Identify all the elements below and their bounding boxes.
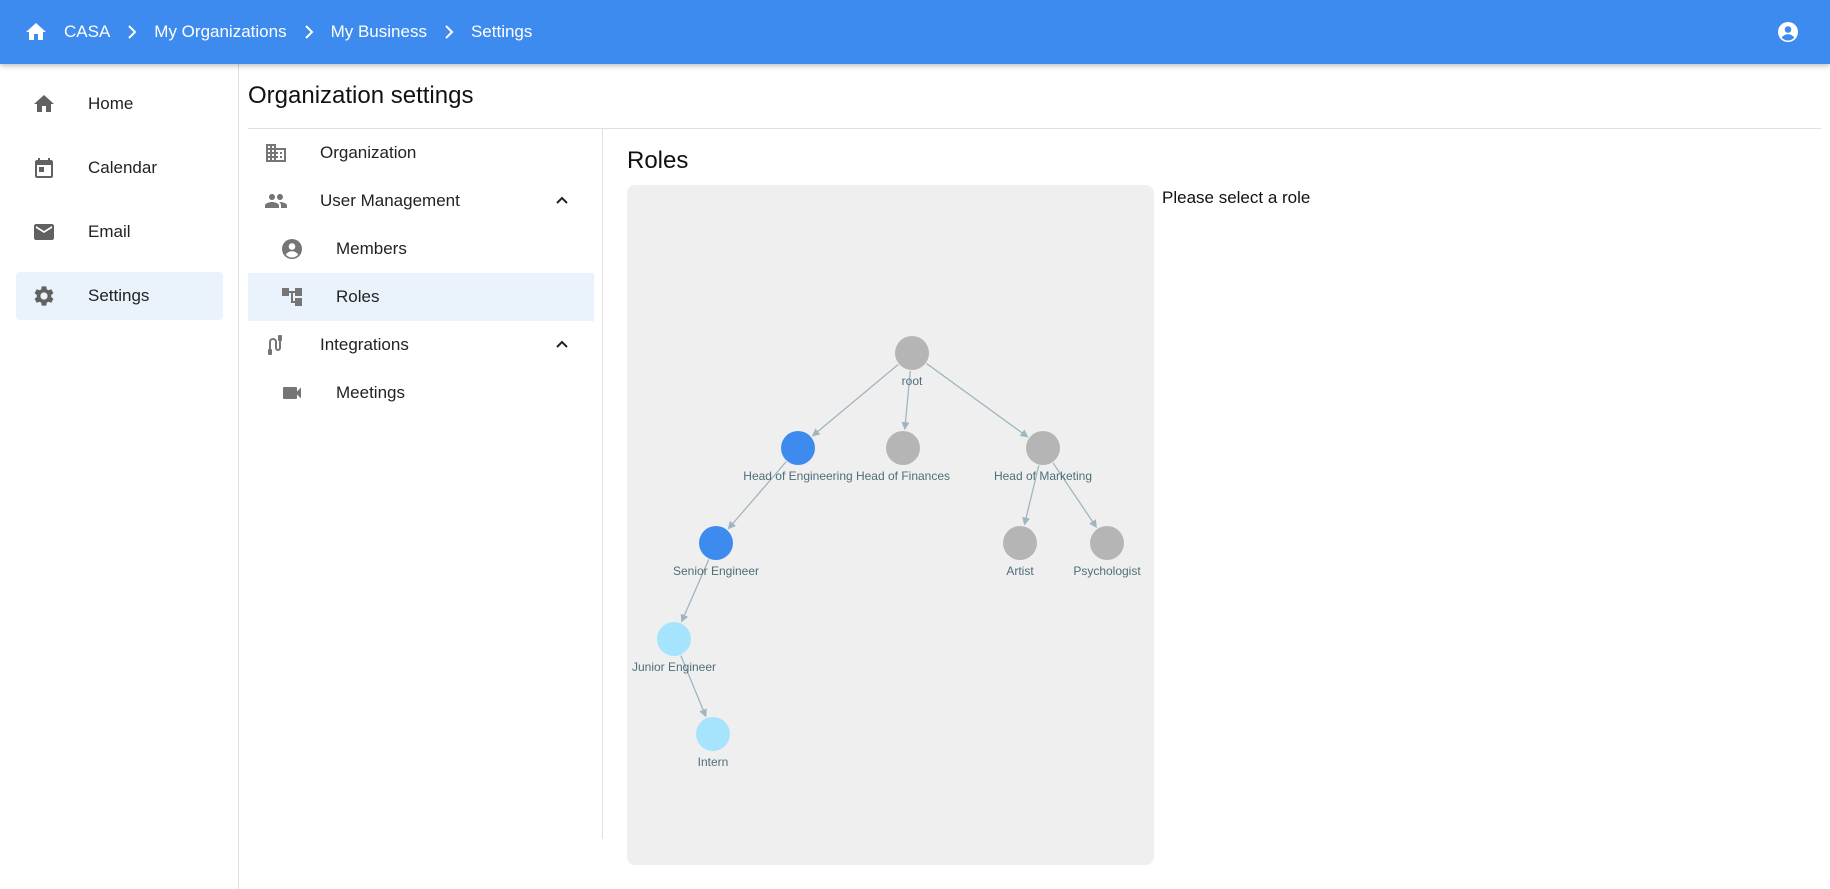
settings-nav-label: Integrations <box>320 335 409 354</box>
role-node-circle[interactable] <box>781 431 815 465</box>
role-node-circle[interactable] <box>895 336 929 370</box>
chevron-right-icon <box>437 20 461 44</box>
role-node-circle[interactable] <box>1026 431 1060 465</box>
settings-nav-label: Members <box>336 239 407 258</box>
settings-nav-label: Meetings <box>336 383 405 402</box>
sidebar-item-email[interactable]: Email <box>16 208 223 256</box>
settings-nav-label: Roles <box>336 287 380 306</box>
account-circle-icon[interactable] <box>1776 20 1800 44</box>
hierarchy-icon <box>280 285 304 309</box>
chevron-up-icon[interactable] <box>550 189 574 213</box>
sidebar-item-label: Calendar <box>88 158 157 177</box>
role-node-int[interactable]: Intern <box>696 717 730 769</box>
breadcrumb-settings[interactable]: Settings <box>471 22 532 42</box>
role-node-eng[interactable]: Head of Engineering <box>743 431 853 483</box>
calendar-icon <box>32 156 56 180</box>
role-node-circle[interactable] <box>1090 526 1124 560</box>
breadcrumb: CASA My Organizations My Business Settin… <box>24 20 532 44</box>
settings-nav-members[interactable]: Members <box>248 225 594 273</box>
chevron-right-icon <box>297 20 321 44</box>
settings-nav-meetings[interactable]: Meetings <box>248 369 594 417</box>
videocam-icon <box>280 381 304 405</box>
role-node-label: Artist <box>1006 564 1034 578</box>
roles-title: Roles <box>627 147 689 174</box>
settings-nav-label: User Management <box>320 191 460 210</box>
role-node-label: Head of Engineering <box>743 469 852 483</box>
settings-nav: Organization User Management Members Rol… <box>248 129 603 839</box>
role-node-label: Head of Finances <box>856 469 950 483</box>
role-node-root[interactable]: root <box>895 336 929 388</box>
role-graph-canvas[interactable]: root Head of Engineering Head of Finances H… <box>627 185 1154 865</box>
breadcrumb-my-business[interactable]: My Business <box>331 22 427 42</box>
role-node-label: Psychologist <box>1073 564 1141 578</box>
sidebar-item-calendar[interactable]: Calendar <box>16 144 223 192</box>
role-graph[interactable]: root Head of Engineering Head of Finances H… <box>627 185 1154 865</box>
home-icon[interactable] <box>24 20 48 44</box>
sidebar-item-settings[interactable]: Settings <box>16 272 223 320</box>
settings-nav-organization[interactable]: Organization <box>248 129 594 177</box>
role-node-mkt[interactable]: Head of Marketing <box>994 431 1092 483</box>
graph-edge <box>811 364 899 437</box>
sidebar-item-label: Home <box>88 94 134 113</box>
role-node-label: Head of Marketing <box>994 469 1092 483</box>
settings-nav-user-management[interactable]: User Management <box>248 177 594 225</box>
home-icon <box>32 92 56 116</box>
chevron-up-icon[interactable] <box>550 333 574 357</box>
role-node-sen[interactable]: Senior Engineer <box>673 526 759 578</box>
role-node-fin[interactable]: Head of Finances <box>856 431 950 483</box>
role-node-circle[interactable] <box>1003 526 1037 560</box>
role-node-label: Senior Engineer <box>673 564 759 578</box>
role-node-circle[interactable] <box>886 431 920 465</box>
role-node-jun[interactable]: Junior Engineer <box>632 622 716 674</box>
role-node-label: root <box>902 374 923 388</box>
building-icon <box>264 141 288 165</box>
role-node-label: Junior Engineer <box>632 660 716 674</box>
role-node-label: Intern <box>698 755 729 769</box>
settings-nav-label: Organization <box>320 143 417 162</box>
role-node-art[interactable]: Artist <box>1003 526 1037 578</box>
role-node-circle[interactable] <box>696 717 730 751</box>
settings-nav-integrations[interactable]: Integrations <box>248 321 594 369</box>
email-icon <box>32 220 56 244</box>
app-bar: CASA My Organizations My Business Settin… <box>0 0 1830 64</box>
breadcrumb-my-organizations[interactable]: My Organizations <box>154 22 286 42</box>
sidebar-item-label: Settings <box>88 286 150 305</box>
chevron-right-icon <box>120 20 144 44</box>
role-node-circle[interactable] <box>699 526 733 560</box>
main-sidebar: Home Calendar Email Settings <box>0 64 239 889</box>
sidebar-item-home[interactable]: Home <box>16 80 223 128</box>
gear-icon <box>32 284 56 308</box>
role-node-psy[interactable]: Psychologist <box>1073 526 1141 578</box>
role-detail-placeholder: Please select a role <box>1162 188 1311 207</box>
settings-nav-roles[interactable]: Roles <box>248 273 594 321</box>
sidebar-item-label: Email <box>88 222 131 241</box>
page-title: Organization settings <box>248 82 474 109</box>
integration-icon <box>264 333 288 357</box>
graph-edge <box>926 363 1029 438</box>
people-icon <box>264 189 288 213</box>
breadcrumb-casa[interactable]: CASA <box>64 22 110 42</box>
role-node-circle[interactable] <box>657 622 691 656</box>
account-circle-icon <box>280 237 304 261</box>
